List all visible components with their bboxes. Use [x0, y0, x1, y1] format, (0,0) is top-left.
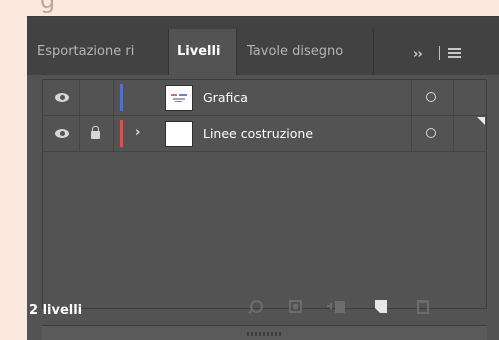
tab-overflow-icon[interactable]: ›› [413, 47, 423, 62]
layer-count: 2 livelli [29, 303, 83, 318]
trash-icon[interactable] [417, 300, 429, 314]
background-text-fragment: g [40, 0, 56, 14]
tab-export-assets[interactable]: Esportazione ri [27, 29, 168, 75]
new-sublayer-icon[interactable] [327, 301, 345, 313]
layer-row-linee-costruzione[interactable]: › Linee costruzione [43, 116, 486, 152]
panel-resize-bar[interactable] [42, 325, 487, 340]
layer-color-bar [120, 84, 123, 111]
layer-thumbnail [165, 121, 193, 147]
column-divider [79, 80, 80, 115]
layer-name[interactable]: Linee costruzione [203, 126, 313, 141]
artwork-thumbnail-icon [171, 94, 187, 102]
column-divider [453, 80, 454, 115]
column-divider [113, 80, 114, 115]
layer-color-bar [120, 120, 123, 147]
eye-icon[interactable] [55, 129, 69, 138]
tab-bar: Esportazione ri Livelli Tavole disegno ›… [27, 17, 499, 75]
eye-icon[interactable] [55, 93, 69, 102]
tab-divider [373, 29, 374, 75]
column-divider [411, 116, 412, 151]
layers-panel: Esportazione ri Livelli Tavole disegno ›… [27, 16, 499, 340]
menu-divider [439, 46, 440, 60]
column-divider [453, 116, 454, 151]
search-icon[interactable] [247, 300, 263, 314]
layer-thumbnail [165, 85, 193, 111]
target-circle-icon[interactable] [426, 128, 436, 138]
column-divider [411, 80, 412, 115]
layer-row-grafica[interactable]: Grafica [43, 80, 486, 116]
target-circle-icon[interactable] [426, 92, 436, 102]
new-layer-icon[interactable] [375, 300, 387, 313]
chevron-right-icon[interactable]: › [135, 125, 140, 140]
tab-layers[interactable]: Livelli [169, 29, 236, 75]
column-divider [79, 116, 80, 151]
selection-corner-icon [477, 117, 485, 125]
layers-list: Grafica › Linee costruzione [42, 79, 487, 309]
resize-grip-icon[interactable] [247, 332, 281, 336]
column-divider [113, 116, 114, 151]
hamburger-menu-icon[interactable] [448, 48, 461, 58]
tab-artboards[interactable]: Tavole disegno [237, 29, 373, 75]
layer-name[interactable]: Grafica [203, 90, 248, 105]
clipping-mask-icon[interactable] [289, 300, 302, 313]
lock-icon[interactable] [91, 126, 100, 139]
